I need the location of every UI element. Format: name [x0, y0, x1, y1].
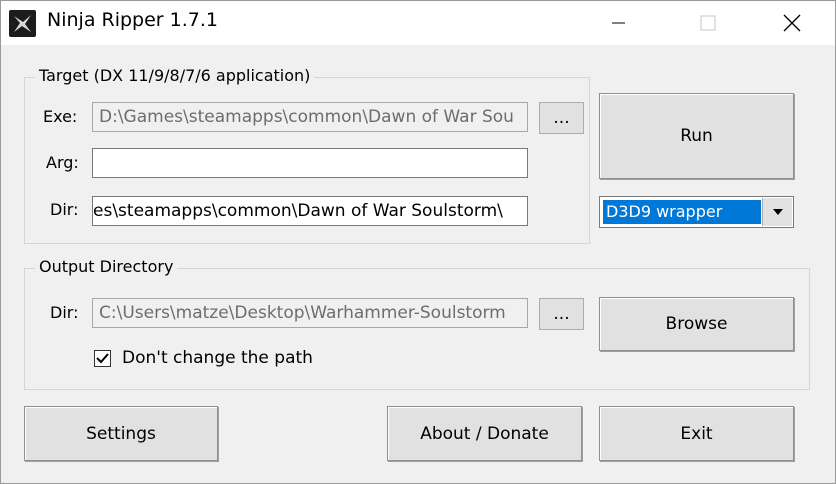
- chevron-down-icon: [772, 209, 783, 215]
- maximize-button[interactable]: [679, 1, 737, 45]
- target-group-label: Target (DX 11/9/8/7/6 application): [35, 66, 315, 85]
- output-group-label: Output Directory: [35, 257, 178, 276]
- minimize-icon: [612, 22, 625, 24]
- output-dir-label: Dir:: [50, 303, 79, 322]
- about-donate-button[interactable]: About / Donate: [387, 406, 582, 461]
- exe-label: Exe:: [43, 107, 78, 126]
- exit-button[interactable]: Exit: [599, 406, 794, 461]
- close-icon: [783, 14, 801, 32]
- ninja-star-icon: [9, 10, 36, 37]
- close-button[interactable]: [763, 1, 821, 45]
- window-title: Ninja Ripper 1.7.1: [47, 9, 218, 31]
- maximize-icon: [700, 15, 716, 31]
- settings-button[interactable]: Settings: [24, 406, 218, 461]
- arg-field[interactable]: [92, 148, 528, 178]
- arg-label: Arg:: [46, 153, 79, 172]
- main-window: Ninja Ripper 1.7.1 Target (DX 11/9/8/7/6…: [0, 0, 836, 484]
- check-icon: [96, 353, 109, 364]
- target-dir-field[interactable]: ‎es\steamapps\common\Dawn of War Soulsto…: [92, 196, 528, 226]
- wrapper-select[interactable]: D3D9 wrapper: [599, 196, 794, 228]
- wrapper-select-value: D3D9 wrapper: [603, 200, 761, 224]
- target-dir-label: Dir:: [50, 200, 79, 219]
- title-bar[interactable]: Ninja Ripper 1.7.1: [1, 1, 835, 45]
- keep-path-checkbox[interactable]: [94, 350, 111, 367]
- output-dir-field[interactable]: C:\Users\matze\Desktop\Warhammer-Soulsto…: [92, 298, 528, 328]
- browse-button[interactable]: Browse: [599, 297, 794, 351]
- exe-field[interactable]: D:\Games\steamapps\common\Dawn of War So…: [92, 102, 528, 132]
- run-button[interactable]: Run: [599, 93, 794, 179]
- browse-output-dir-button[interactable]: ...: [539, 298, 584, 330]
- minimize-button[interactable]: [589, 1, 647, 45]
- dropdown-button[interactable]: [762, 198, 792, 226]
- keep-path-label[interactable]: Don't change the path: [122, 348, 313, 368]
- browse-exe-button[interactable]: ...: [539, 102, 584, 134]
